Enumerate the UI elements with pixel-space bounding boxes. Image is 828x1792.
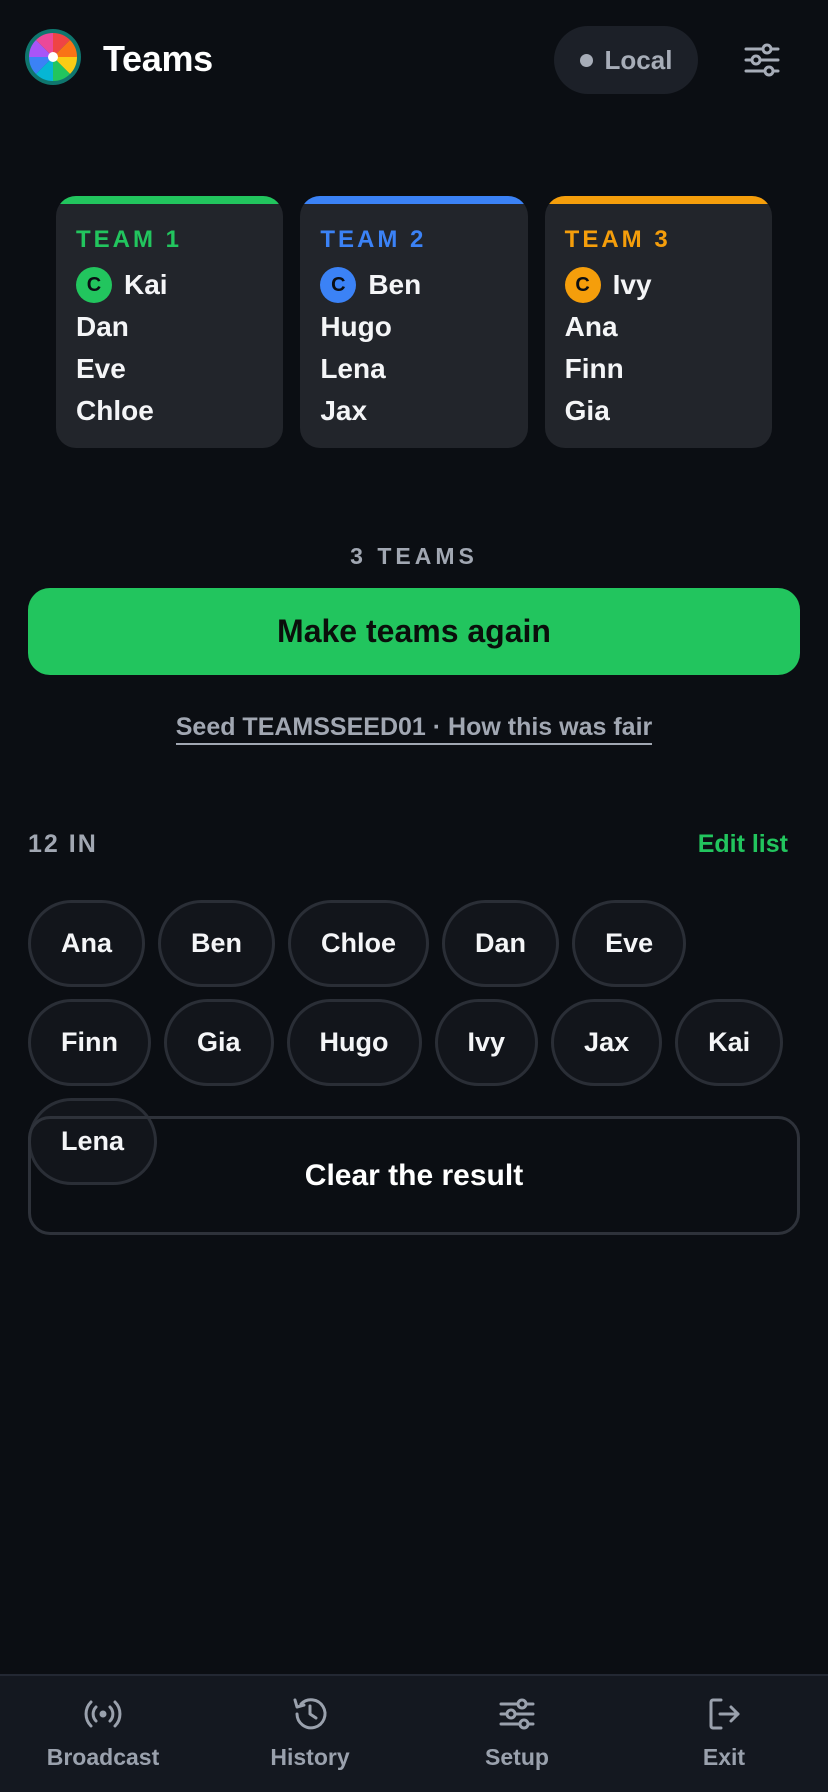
sliders-icon (499, 1698, 535, 1730)
team-card-2: TEAM 2 C Ben Hugo Lena Jax (300, 196, 528, 448)
team-member: Dan (76, 311, 129, 342)
team-name: TEAM 3 (564, 226, 671, 253)
player-chip[interactable]: Jax (551, 999, 663, 1086)
team-captain: C Kai (76, 264, 263, 306)
player-chip[interactable]: Ivy (434, 999, 539, 1086)
team-member: Jax (320, 395, 368, 426)
captain-badge: C (76, 267, 112, 303)
nav-item-setup[interactable]: Setup (427, 1694, 607, 1771)
broadcast-icon (84, 1700, 122, 1728)
teams-screen: Teams Local TEAM 1 C Kai Dan Eve Chloe T… (0, 0, 828, 1792)
mode-label: Local (604, 44, 673, 75)
team-member: Lena (320, 353, 386, 384)
team-members: C Ivy Ana Finn Gia (564, 264, 752, 432)
team-members: C Ben Hugo Lena Jax (320, 264, 507, 432)
player-chip[interactable]: Ana (28, 900, 146, 987)
player-chip[interactable]: Gia (163, 999, 274, 1086)
captain-name: Ivy (612, 269, 652, 300)
player-chip[interactable]: Hugo (286, 999, 422, 1086)
nav-item-history[interactable]: History (220, 1694, 400, 1771)
team-captain: C Ivy (564, 264, 752, 306)
team-member: Hugo (320, 311, 392, 342)
player-chip[interactable]: Finn (28, 999, 151, 1086)
nav-label: Exit (702, 1744, 746, 1770)
team-name: TEAM 2 (320, 226, 427, 253)
spin-wheel-logo (25, 29, 81, 85)
captain-badge: C (320, 267, 357, 303)
app-header: Teams Local (0, 0, 828, 120)
player-chip[interactable]: Eve (572, 900, 687, 987)
player-chip[interactable]: Kai (675, 999, 784, 1086)
player-chip[interactable]: Ben (158, 900, 276, 987)
teams-grid: TEAM 1 C Kai Dan Eve Chloe TEAM 2 C Ben … (56, 196, 772, 448)
settings-button[interactable] (738, 36, 786, 84)
player-chip[interactable]: Dan (442, 900, 560, 987)
nav-item-broadcast[interactable]: Broadcast (13, 1694, 193, 1771)
nav-label: Broadcast (46, 1744, 160, 1770)
team-count-label: 3 TEAMS (350, 543, 478, 569)
team-member: Ana (564, 311, 618, 342)
team-member: Finn (564, 353, 624, 384)
team-members: C Kai Dan Eve Chloe (76, 264, 263, 432)
seed-link-text[interactable]: Seed TEAMSSEED01 · How this was fair (175, 713, 653, 745)
mode-toggle[interactable]: Local (554, 26, 698, 94)
team-member: Gia (564, 395, 610, 426)
seed-fairness-link[interactable]: Seed TEAMSSEED01 · How this was fair (0, 713, 828, 745)
team-name: TEAM 1 (76, 226, 183, 253)
make-teams-again-button[interactable]: Make teams again (28, 588, 800, 675)
status-dot-icon (579, 53, 593, 67)
team-card-3: TEAM 3 C Ivy Ana Finn Gia (544, 196, 772, 448)
exit-icon (709, 1698, 740, 1730)
clear-result-button[interactable]: Clear the result (28, 1116, 800, 1235)
page-title: Teams (103, 38, 213, 79)
player-count-label: 12 IN (28, 830, 98, 858)
team-captain: C Ben (320, 264, 507, 306)
nav-item-exit[interactable]: Exit (634, 1694, 814, 1771)
captain-name: Kai (124, 269, 168, 300)
nav-label: History (270, 1744, 350, 1770)
edit-list-link[interactable]: Edit list (698, 830, 788, 859)
player-chip[interactable]: Chloe (288, 900, 430, 987)
history-icon (293, 1698, 327, 1730)
captain-name: Ben (368, 269, 422, 300)
nav-label: Setup (485, 1744, 549, 1770)
team-member: Chloe (76, 395, 154, 426)
bottom-nav: Broadcast History Setup Exit (0, 1674, 828, 1792)
team-card-1: TEAM 1 C Kai Dan Eve Chloe (56, 196, 284, 448)
team-member: Eve (76, 353, 126, 384)
sliders-icon (744, 43, 780, 77)
captain-badge: C (564, 267, 601, 303)
